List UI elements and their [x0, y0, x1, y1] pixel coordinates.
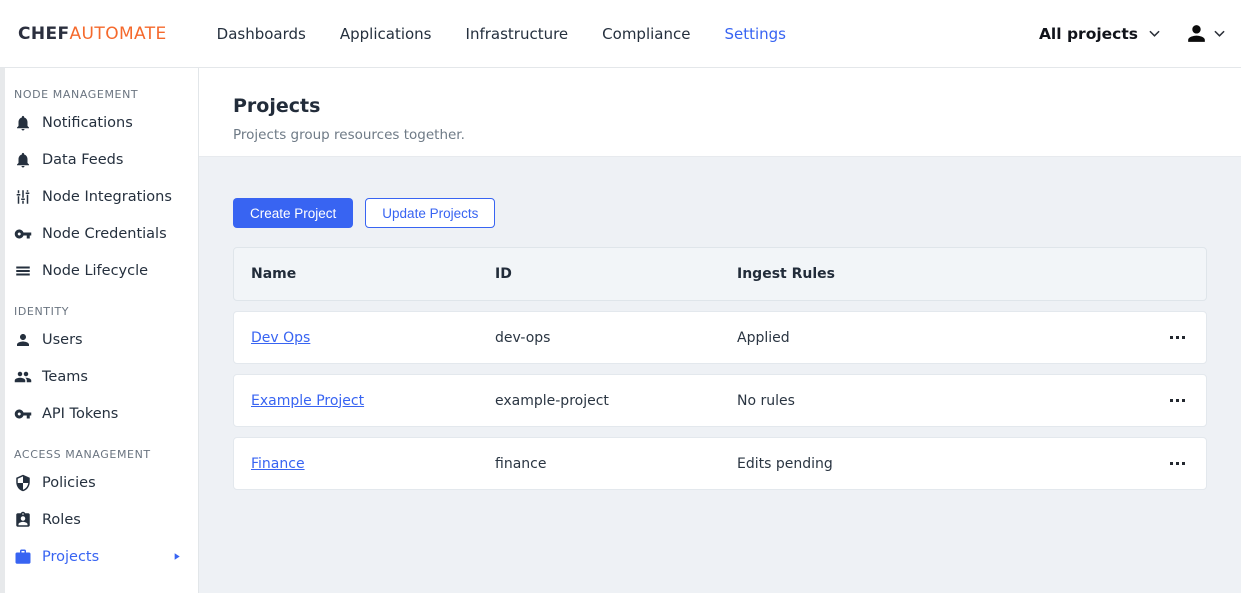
top-bar-right: All projects	[1039, 21, 1225, 46]
sidebar-item-label: Node Lifecycle	[42, 263, 148, 279]
action-buttons: Create Project Update Projects	[233, 198, 1207, 228]
sliders-icon	[14, 188, 32, 206]
table-row-dev-ops: Dev Ops dev-ops Applied	[233, 311, 1207, 364]
top-nav-item-dashboards[interactable]: Dashboards	[217, 25, 306, 43]
sidebar-item-data-feeds[interactable]: Data Feeds	[0, 141, 198, 178]
project-name-link[interactable]: Example Project	[251, 393, 364, 409]
sidebar-section: IDENTITY Users Teams API Tokens	[0, 301, 198, 432]
sidebar-section-label: NODE MANAGEMENT	[0, 84, 198, 104]
sidebar-item-api-tokens[interactable]: API Tokens	[0, 395, 198, 432]
primary-nav: Dashboards Applications Infrastructure Comp…	[217, 25, 786, 43]
sidebar-item-teams[interactable]: Teams	[0, 358, 198, 395]
bell-icon	[14, 114, 32, 132]
user-avatar-icon	[1184, 21, 1209, 46]
sidebar-item-node-lifecycle[interactable]: Node Lifecycle	[0, 252, 198, 289]
person-icon	[14, 331, 32, 349]
page-subtitle: Projects group resources together.	[233, 127, 1207, 143]
project-name-link[interactable]: Finance	[251, 456, 305, 472]
ellipsis-icon[interactable]	[1168, 393, 1187, 408]
chevron-down-icon	[1149, 30, 1160, 38]
sidebar-item-policies[interactable]: Policies	[0, 464, 198, 501]
projects-table: Name ID Ingest Rules Dev Ops dev-ops App…	[233, 247, 1207, 490]
table-row-example-project: Example Project example-project No rules	[233, 374, 1207, 427]
chevron-down-icon	[1214, 30, 1225, 38]
project-name-link[interactable]: Dev Ops	[251, 330, 310, 346]
sidebar-item-node-integrations[interactable]: Node Integrations	[0, 178, 198, 215]
page-layout: NODE MANAGEMENT Notifications Data Feeds…	[0, 68, 1241, 593]
list-icon	[14, 262, 32, 280]
project-id-cell: finance	[495, 456, 737, 472]
table-body: Dev Ops dev-ops Applied Example Project …	[233, 311, 1207, 490]
sidebar-item-label: Roles	[42, 512, 81, 528]
sidebar-item-projects[interactable]: Projects	[0, 538, 198, 575]
sidebar-item-label: Data Feeds	[42, 152, 123, 168]
page-title: Projects	[233, 95, 1207, 117]
bell-icon	[14, 151, 32, 169]
logo-chef-text: CHEF	[18, 24, 70, 44]
sidebar-item-node-credentials[interactable]: Node Credentials	[0, 215, 198, 252]
column-header-name: Name	[251, 266, 495, 282]
project-id-cell: example-project	[495, 393, 737, 409]
badge-icon	[14, 511, 32, 529]
sidebar-item-label: Users	[42, 332, 83, 348]
content-area: Create Project Update Projects Name ID I…	[199, 157, 1241, 593]
ellipsis-icon[interactable]	[1168, 456, 1187, 471]
ellipsis-icon[interactable]	[1168, 330, 1187, 345]
sidebar-section: NODE MANAGEMENT Notifications Data Feeds…	[0, 84, 198, 289]
top-nav-item-settings[interactable]: Settings	[724, 25, 786, 43]
key-icon	[14, 405, 32, 423]
sidebar-item-label: Node Credentials	[42, 226, 167, 242]
sidebar-item-label: Node Integrations	[42, 189, 172, 205]
page-header: Projects Projects group resources togeth…	[199, 68, 1241, 157]
sidebar-section: ACCESS MANAGEMENT Policies Roles Project…	[0, 444, 198, 575]
shield-icon	[14, 474, 32, 492]
sidebar-section-label: ACCESS MANAGEMENT	[0, 444, 198, 464]
main-panel: Projects Projects group resources togeth…	[199, 68, 1241, 593]
sidebar-item-label: Projects	[42, 549, 99, 565]
sidebar-item-users[interactable]: Users	[0, 321, 198, 358]
sidebar-section-label: IDENTITY	[0, 301, 198, 321]
briefcase-icon	[14, 548, 32, 566]
logo-automate-text: AUTOMATE	[70, 24, 167, 44]
sidebar-item-roles[interactable]: Roles	[0, 501, 198, 538]
table-row-finance: Finance finance Edits pending	[233, 437, 1207, 490]
sidebar-item-notifications[interactable]: Notifications	[0, 104, 198, 141]
top-bar: CHEFAUTOMATE Dashboards Applications Infra…	[0, 0, 1241, 68]
table-header-row: Name ID Ingest Rules	[233, 247, 1207, 301]
project-id-cell: dev-ops	[495, 330, 737, 346]
people-icon	[14, 368, 32, 386]
user-menu[interactable]	[1184, 21, 1225, 46]
sidebar-item-label: API Tokens	[42, 406, 118, 422]
update-projects-button[interactable]: Update Projects	[365, 198, 495, 228]
key-icon	[14, 225, 32, 243]
projects-filter-label: All projects	[1039, 25, 1138, 43]
column-header-ingest-rules: Ingest Rules	[737, 266, 1150, 282]
top-nav-item-infrastructure[interactable]: Infrastructure	[466, 25, 569, 43]
sidebar-item-label: Policies	[42, 475, 96, 491]
ingest-rules-cell: Edits pending	[737, 456, 1150, 472]
chef-automate-logo[interactable]: CHEFAUTOMATE	[18, 24, 167, 44]
sidebar-item-label: Teams	[42, 369, 88, 385]
projects-filter-dropdown[interactable]: All projects	[1039, 25, 1160, 43]
column-header-id: ID	[495, 266, 737, 282]
sidebar-item-label: Notifications	[42, 115, 133, 131]
ingest-rules-cell: No rules	[737, 393, 1150, 409]
ingest-rules-cell: Applied	[737, 330, 1150, 346]
top-nav-item-applications[interactable]: Applications	[340, 25, 432, 43]
triangle-right-icon[interactable]	[171, 551, 182, 562]
top-nav-item-compliance[interactable]: Compliance	[602, 25, 690, 43]
settings-sidebar: NODE MANAGEMENT Notifications Data Feeds…	[0, 68, 199, 593]
create-project-button[interactable]: Create Project	[233, 198, 353, 228]
